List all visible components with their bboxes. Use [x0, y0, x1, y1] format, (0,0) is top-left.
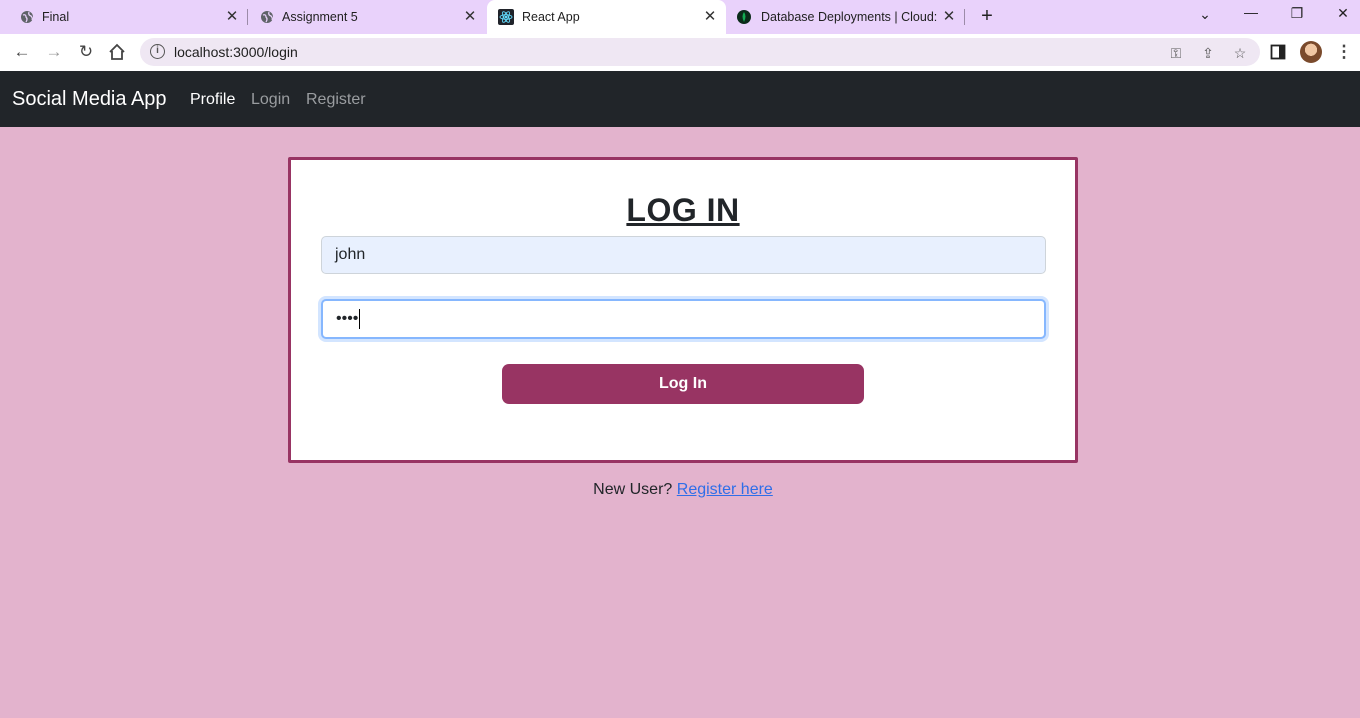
tab-final[interactable]: Final ✕ [0, 0, 246, 34]
tab-title: Database Deployments | Cloud: M [761, 10, 937, 24]
globe-icon [21, 11, 33, 23]
browser-toolbar: ← → ↻ i localhost:3000/login ⚿ ⇪ ☆ ⋮ [0, 34, 1360, 71]
tab-search-chevron-icon[interactable]: ⌄ [1195, 6, 1215, 23]
close-tab-icon[interactable]: ✕ [941, 9, 957, 25]
close-tab-icon[interactable]: ✕ [224, 9, 240, 25]
tab-database-deployments[interactable]: Database Deployments | Cloud: M ✕ [726, 0, 964, 34]
tab-title: React App [522, 10, 580, 24]
side-panel-icon[interactable] [1270, 44, 1286, 60]
tab-assignment-5[interactable]: Assignment 5 ✕ [240, 0, 486, 34]
text-caret [359, 309, 361, 329]
tab-title: Assignment 5 [282, 10, 358, 24]
tab-separator [964, 9, 965, 25]
minimize-icon[interactable]: — [1241, 4, 1261, 20]
nav-link-profile[interactable]: Profile [190, 91, 235, 109]
globe-icon [261, 11, 273, 23]
app-navbar: Social Media App Profile Login Register [0, 71, 1360, 127]
close-tab-icon[interactable]: ✕ [462, 9, 478, 25]
password-input[interactable]: •••• [321, 299, 1046, 339]
address-bar[interactable]: i localhost:3000/login ⚿ ⇪ ☆ [140, 38, 1260, 66]
window-close-icon[interactable]: ✕ [1333, 5, 1353, 22]
more-menu-icon[interactable]: ⋮ [1334, 42, 1354, 62]
login-button[interactable]: Log In [502, 364, 864, 404]
new-tab-icon[interactable]: + [977, 5, 997, 28]
url-text: localhost:3000/login [174, 44, 298, 60]
nav-link-login[interactable]: Login [251, 91, 290, 109]
browser-tab-strip: Final ✕ Assignment 5 ✕ React App ✕ Datab… [0, 0, 1360, 34]
username-value: john [335, 246, 366, 263]
restore-icon[interactable]: ❐ [1287, 5, 1307, 22]
react-icon [498, 9, 514, 25]
site-info-icon[interactable]: i [150, 44, 165, 59]
share-icon[interactable]: ⇪ [1199, 44, 1217, 62]
back-icon[interactable]: ← [12, 42, 32, 62]
register-prompt: New User? Register here [0, 481, 1360, 499]
login-card: LOG IN john •••• Log In [288, 157, 1078, 463]
nav-link-register[interactable]: Register [306, 91, 366, 109]
password-value: •••• [336, 310, 359, 327]
home-icon[interactable] [108, 43, 126, 61]
close-tab-icon[interactable]: ✕ [702, 9, 718, 25]
reload-icon[interactable]: ↻ [76, 42, 96, 62]
username-input[interactable]: john [321, 236, 1046, 274]
mongodb-icon [737, 10, 751, 24]
tab-title: Final [42, 10, 70, 24]
register-link[interactable]: Register here [677, 481, 773, 498]
app-brand[interactable]: Social Media App [12, 88, 167, 111]
forward-icon[interactable]: → [44, 42, 64, 62]
key-icon[interactable]: ⚿ [1167, 44, 1185, 62]
new-user-text: New User? [593, 481, 673, 498]
bookmark-star-icon[interactable]: ☆ [1231, 44, 1249, 62]
tab-react-app[interactable]: React App ✕ [487, 0, 726, 34]
login-title: LOG IN [626, 192, 740, 228]
profile-avatar[interactable] [1300, 41, 1322, 63]
